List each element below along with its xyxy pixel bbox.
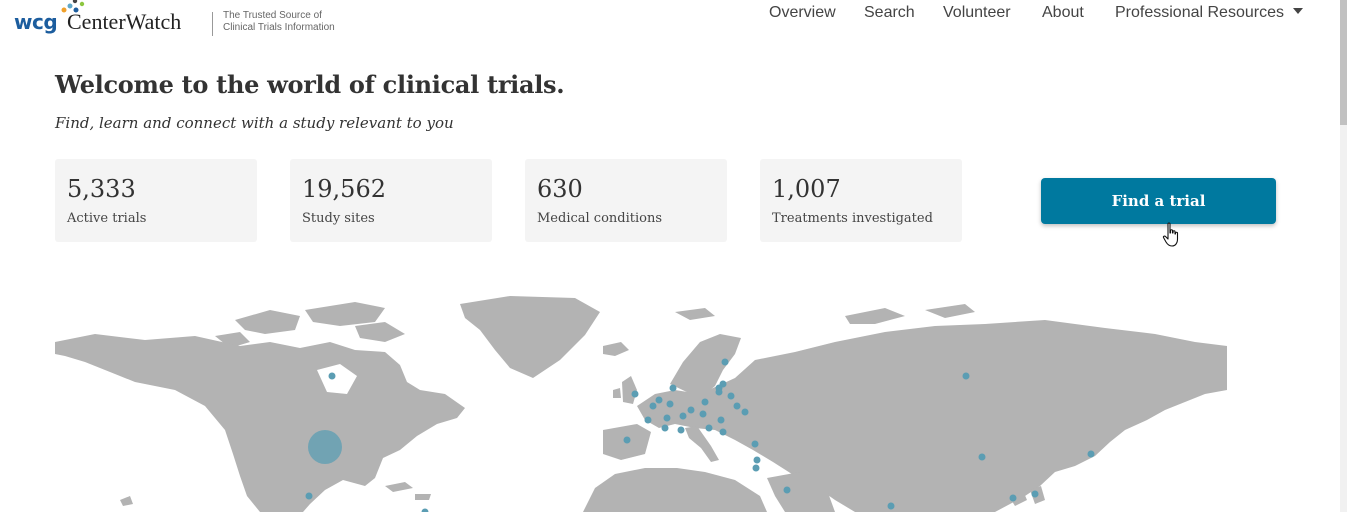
map-marker	[719, 380, 727, 388]
map-marker	[663, 414, 671, 422]
stat-value: 19,562	[302, 175, 386, 203]
map-marker	[727, 392, 735, 400]
page-scrollbar[interactable]	[1340, 0, 1347, 512]
map-marker	[677, 426, 685, 434]
map-marker	[719, 428, 727, 436]
map-marker	[701, 398, 709, 406]
stat-card-active-trials: 5,333 Active trials	[55, 159, 257, 242]
hand-pointer-icon	[1162, 222, 1179, 247]
map-marker	[753, 456, 761, 464]
map-marker	[679, 412, 687, 420]
map-marker	[1031, 490, 1039, 498]
map-marker	[305, 492, 313, 500]
map-marker	[962, 372, 970, 380]
map-marker	[741, 408, 749, 416]
stat-label: Active trials	[67, 211, 147, 226]
map-marker	[421, 508, 429, 512]
map-marker	[751, 440, 759, 448]
stat-label: Medical conditions	[537, 211, 663, 226]
find-a-trial-button[interactable]: Find a trial	[1041, 178, 1276, 224]
map-marker	[699, 410, 707, 418]
stat-label: Treatments investigated	[772, 211, 933, 226]
nav-item-professional-resources[interactable]: Professional Resources	[1115, 4, 1303, 22]
world-map	[55, 296, 1227, 512]
map-marker	[1009, 494, 1017, 502]
nav-item-search[interactable]: Search	[864, 4, 915, 22]
map-marker	[661, 424, 669, 432]
stat-value: 630	[537, 175, 583, 203]
map-marker	[752, 464, 760, 472]
map-marker	[328, 372, 336, 380]
map-marker	[687, 406, 695, 414]
stat-card-treatments: 1,007 Treatments investigated	[760, 159, 962, 242]
map-marker	[978, 453, 986, 461]
map-marker	[733, 402, 741, 410]
map-marker	[705, 424, 713, 432]
stat-value: 1,007	[772, 175, 841, 203]
nav-item-volunteer[interactable]: Volunteer	[943, 4, 1011, 22]
map-marker	[887, 502, 895, 510]
page-subtitle: Find, learn and connect with a study rel…	[55, 114, 454, 132]
stat-card-study-sites: 19,562 Study sites	[290, 159, 492, 242]
nav-item-overview[interactable]: Overview	[769, 4, 836, 22]
scrollbar-thumb[interactable]	[1340, 0, 1347, 125]
stat-card-medical-conditions: 630 Medical conditions	[525, 159, 727, 242]
map-landmass	[55, 296, 1227, 512]
map-marker	[644, 416, 652, 424]
map-marker	[623, 436, 631, 444]
map-marker	[655, 396, 663, 404]
map-marker	[721, 358, 729, 366]
caret-down-icon	[1292, 8, 1303, 14]
nav-item-about[interactable]: About	[1042, 4, 1084, 22]
page-title: Welcome to the world of clinical trials.	[55, 70, 565, 99]
map-marker	[666, 400, 674, 408]
map-marker	[1087, 450, 1095, 458]
main-nav: Overview Search Volunteer About Professi…	[0, 4, 1340, 28]
map-marker	[783, 486, 791, 494]
stat-value: 5,333	[67, 175, 136, 203]
map-marker	[669, 384, 677, 392]
map-marker	[717, 416, 725, 424]
map-marker	[649, 402, 657, 410]
map-marker-large	[308, 430, 342, 464]
stat-label: Study sites	[302, 211, 375, 226]
map-marker	[715, 388, 723, 396]
nav-item-professional-resources-label: Professional Resources	[1115, 4, 1284, 21]
top-navigation-bar: wcg CenterWatch The Trusted Source of Cl…	[0, 0, 1340, 45]
map-marker	[631, 390, 639, 398]
